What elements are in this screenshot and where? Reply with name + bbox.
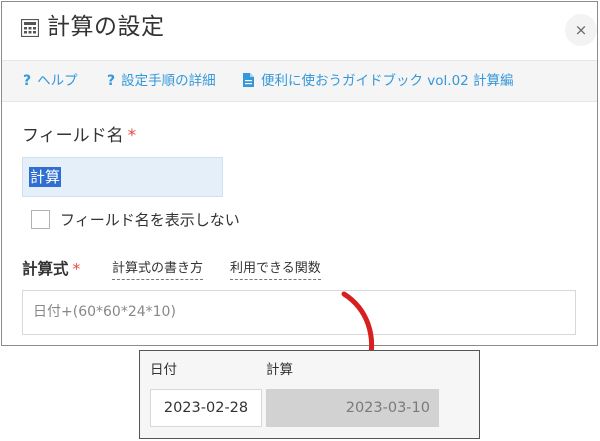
formula-label-text: 計算式 (22, 260, 69, 278)
guidebook-link[interactable]: 便利に使おうガイドブック vol.02 計算編 (243, 61, 514, 101)
close-button[interactable]: × (565, 14, 597, 46)
setup-steps-link-label: 設定手順の詳細 (121, 73, 216, 89)
setup-steps-link[interactable]: ? 設定手順の詳細 (107, 61, 216, 101)
dialog-title: 計算の設定 (47, 14, 165, 40)
help-link[interactable]: ? ヘルプ (23, 61, 78, 101)
hide-field-name-checkbox[interactable] (31, 210, 50, 229)
required-mark: * (72, 260, 81, 278)
help-link-bar: ? ヘルプ ? 設定手順の詳細 便利に使おうガイドブック vol.02 計算編 (2, 60, 597, 102)
dialog-header: 計算の設定 × (2, 2, 597, 54)
guidebook-link-label: 便利に使おうガイドブック vol.02 計算編 (261, 73, 514, 89)
help-link-label: ヘルプ (37, 73, 78, 89)
close-icon: × (574, 21, 588, 39)
field-name-label-text: フィールド名 (22, 126, 124, 146)
available-functions-link[interactable]: 利用できる関数 (230, 259, 321, 280)
field-name-value: 計算 (29, 167, 62, 187)
formula-label: 計算式 * (22, 258, 80, 280)
required-mark: * (127, 126, 137, 146)
hide-field-name-label: フィールド名を表示しない (60, 211, 240, 229)
date-label: 日付 (150, 362, 177, 378)
question-icon: ? (107, 73, 116, 89)
calculated-result-field: 2023-03-10 (266, 389, 439, 427)
document-icon (243, 73, 254, 87)
preview-panel: 日付 計算 2023-02-28 2023-03-10 (139, 350, 480, 439)
question-icon: ? (23, 73, 32, 89)
field-name-input[interactable]: 計算 (22, 157, 223, 197)
field-name-label: フィールド名 * (22, 124, 136, 148)
date-field[interactable]: 2023-02-28 (150, 389, 262, 427)
calculator-icon (21, 19, 39, 37)
calc-settings-dialog: 計算の設定 × ? ヘルプ ? 設定手順の詳細 便利に使おうガイドブック vol.0… (1, 1, 598, 346)
formula-input[interactable]: 日付+(60*60*24*10) (22, 290, 576, 335)
result-label: 計算 (266, 362, 293, 378)
formula-syntax-link[interactable]: 計算式の書き方 (112, 259, 204, 280)
